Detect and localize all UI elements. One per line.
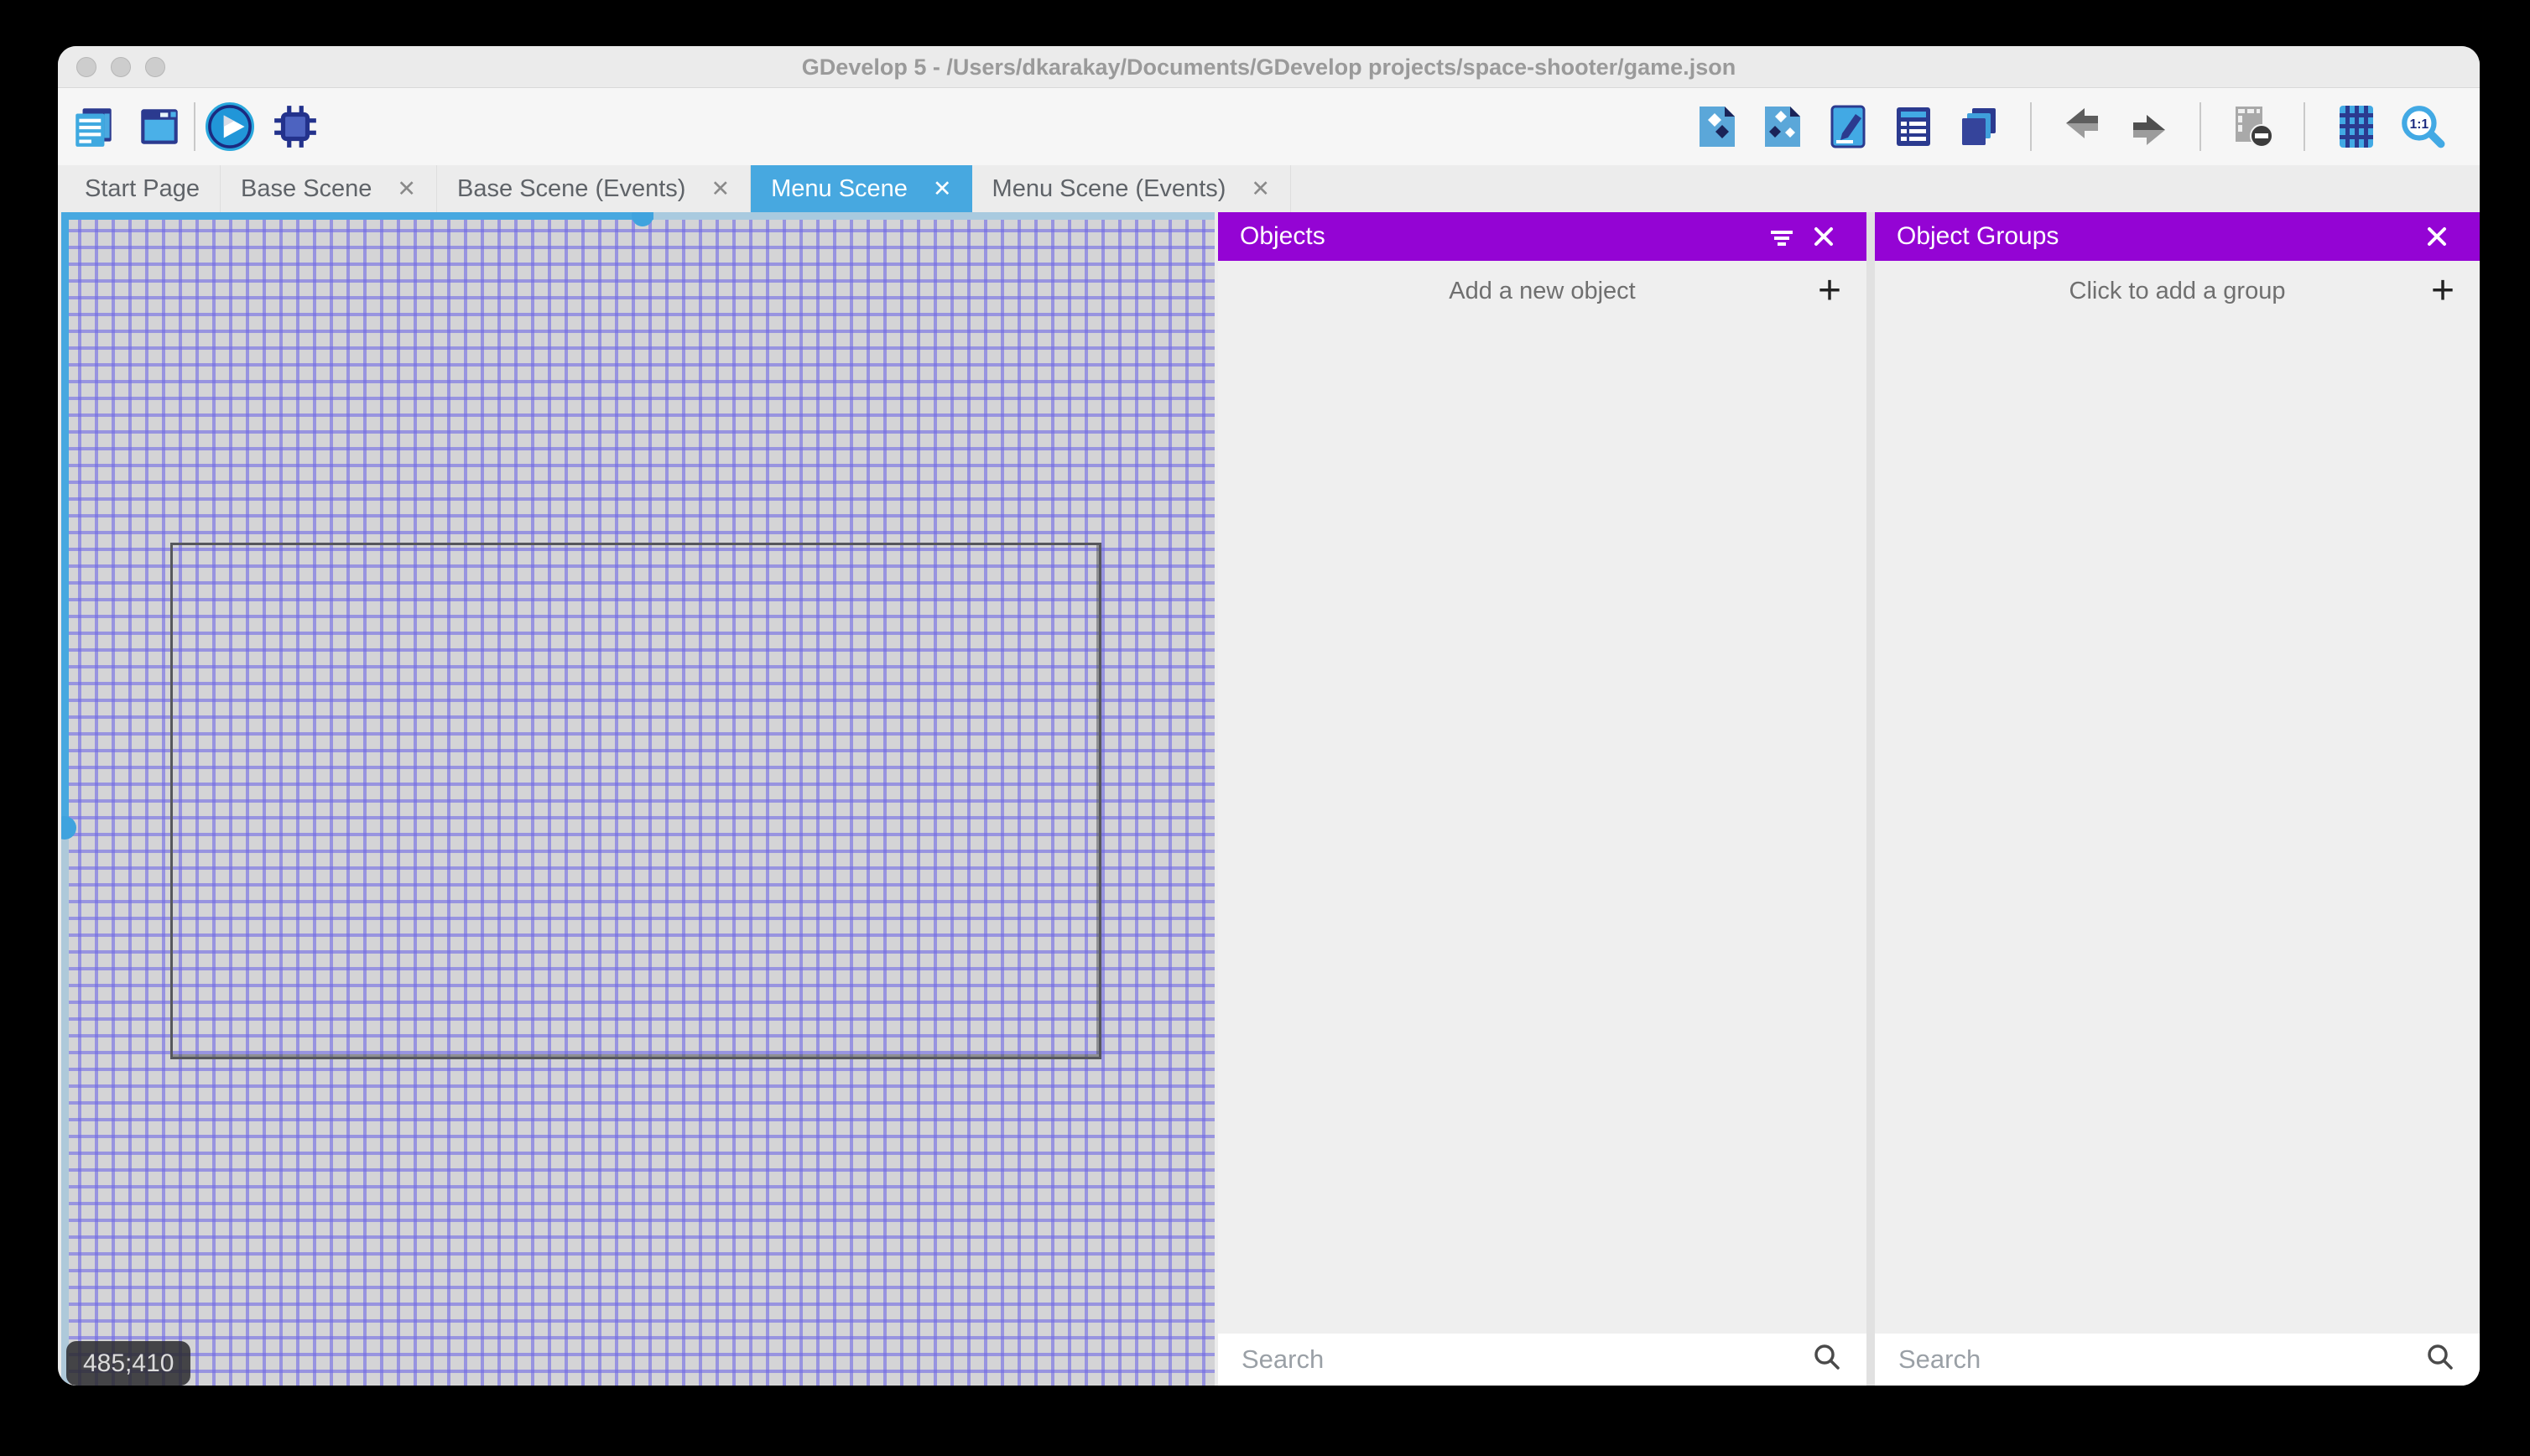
title-bar: GDevelop 5 - /Users/dkarakay/Documents/G… [58,46,2480,88]
objects-panel-header: Objects [1218,212,1866,261]
grid-icon[interactable] [2332,102,2381,151]
project-manager-icon[interactable] [70,102,118,151]
selection-top-edge-faded [653,212,1215,220]
add-object-button[interactable]: + [1818,271,1841,311]
toolbar-separator [2199,102,2201,151]
objects-search-input[interactable] [1240,1344,1809,1375]
resize-handle-top[interactable] [632,212,653,226]
editor-content: 485;410 Objects Add a new object + Searc… [58,212,2480,1386]
tab-label: Base Scene [241,174,372,202]
delete-instances-icon[interactable] [2228,102,2277,151]
tab-label: Start Page [85,174,200,202]
toolbar-preview-group [206,102,320,151]
tab-close-icon[interactable]: ✕ [1251,177,1270,200]
layers-panel-icon[interactable] [1955,102,2003,151]
object-groups-panel: Object Groups Click to add a group + [1875,212,2480,1386]
object-groups-panel-header: Object Groups [1875,212,2480,261]
groups-search-bar [1875,1334,2480,1386]
groups-list-area [1875,321,2480,1334]
close-icon[interactable] [1803,216,1845,257]
tab-close-icon[interactable]: ✕ [397,177,416,200]
add-group-label: Click to add a group [2069,277,2286,304]
tab-label: Menu Scene [771,174,908,202]
cursor-coordinates-badge: 485;410 [66,1341,191,1386]
main-toolbar: 1:1 [58,88,2480,165]
tab-label: Menu Scene (Events) [992,174,1226,202]
selection-top-edge [61,212,653,220]
zoom-reset-icon[interactable]: 1:1 [2397,102,2446,151]
add-object-row[interactable]: Add a new object + [1218,261,1866,321]
objects-panel: Objects Add a new object + Search [1218,212,1866,1386]
tab-close-icon[interactable]: ✕ [933,177,952,200]
tab-base-scene[interactable]: Base Scene ✕ [221,165,438,212]
properties-panel-icon[interactable] [1824,102,1872,151]
undo-icon[interactable] [2059,102,2107,151]
preview-play-icon[interactable] [206,102,254,151]
objects-list-area [1218,321,1866,1334]
selection-left-edge [61,212,69,828]
close-icon[interactable] [2416,216,2458,257]
redo-icon[interactable] [2124,102,2173,151]
scene-canvas[interactable]: 485;410 [61,212,1215,1386]
tab-menu-scene-events[interactable]: Menu Scene (Events) ✕ [972,165,1292,212]
editor-tab-bar: Start Page Base Scene ✕ Base Scene (Even… [58,165,2480,212]
screenshot-stage: GDevelop 5 - /Users/dkarakay/Documents/G… [0,0,2530,1456]
tab-start-page[interactable]: Start Page [65,165,221,212]
filter-icon[interactable] [1761,216,1803,257]
toolbar-separator [194,102,195,151]
add-group-row[interactable]: Click to add a group + [1875,261,2480,321]
objects-search-bar [1218,1334,1866,1386]
add-group-button[interactable]: + [2431,271,2455,311]
resize-handle-left[interactable] [61,816,76,840]
objects-panel-icon[interactable] [1693,102,1741,151]
object-groups-panel-icon[interactable] [1758,102,1807,151]
groups-search-input[interactable] [1897,1344,2423,1375]
tab-base-scene-events[interactable]: Base Scene (Events) ✕ [437,165,752,212]
toolbar-separator [2304,102,2305,151]
toolbar-left-group [70,102,184,151]
tab-label: Base Scene (Events) [457,174,686,202]
debug-icon[interactable] [271,102,320,151]
add-object-label: Add a new object [1449,277,1636,304]
gdevelop-window: GDevelop 5 - /Users/dkarakay/Documents/G… [58,46,2480,1386]
object-groups-panel-title: Object Groups [1897,222,2059,250]
tab-close-icon[interactable]: ✕ [711,177,730,200]
start-page-icon[interactable] [135,102,184,151]
search-icon[interactable] [1809,1340,1845,1380]
window-title: GDevelop 5 - /Users/dkarakay/Documents/G… [801,54,1736,80]
toolbar-right-group: 1:1 [1693,102,2446,151]
zoom-ratio-label: 1:1 [2410,117,2429,132]
tab-menu-scene[interactable]: Menu Scene ✕ [751,165,972,212]
search-icon[interactable] [2423,1340,2458,1380]
game-window-frame [170,543,1101,1059]
objects-panel-title: Objects [1240,222,1325,250]
panel-divider[interactable] [1866,212,1875,1386]
selection-left-edge-faded [61,828,69,1386]
toolbar-separator [2030,102,2032,151]
instances-list-icon[interactable] [1889,102,1938,151]
